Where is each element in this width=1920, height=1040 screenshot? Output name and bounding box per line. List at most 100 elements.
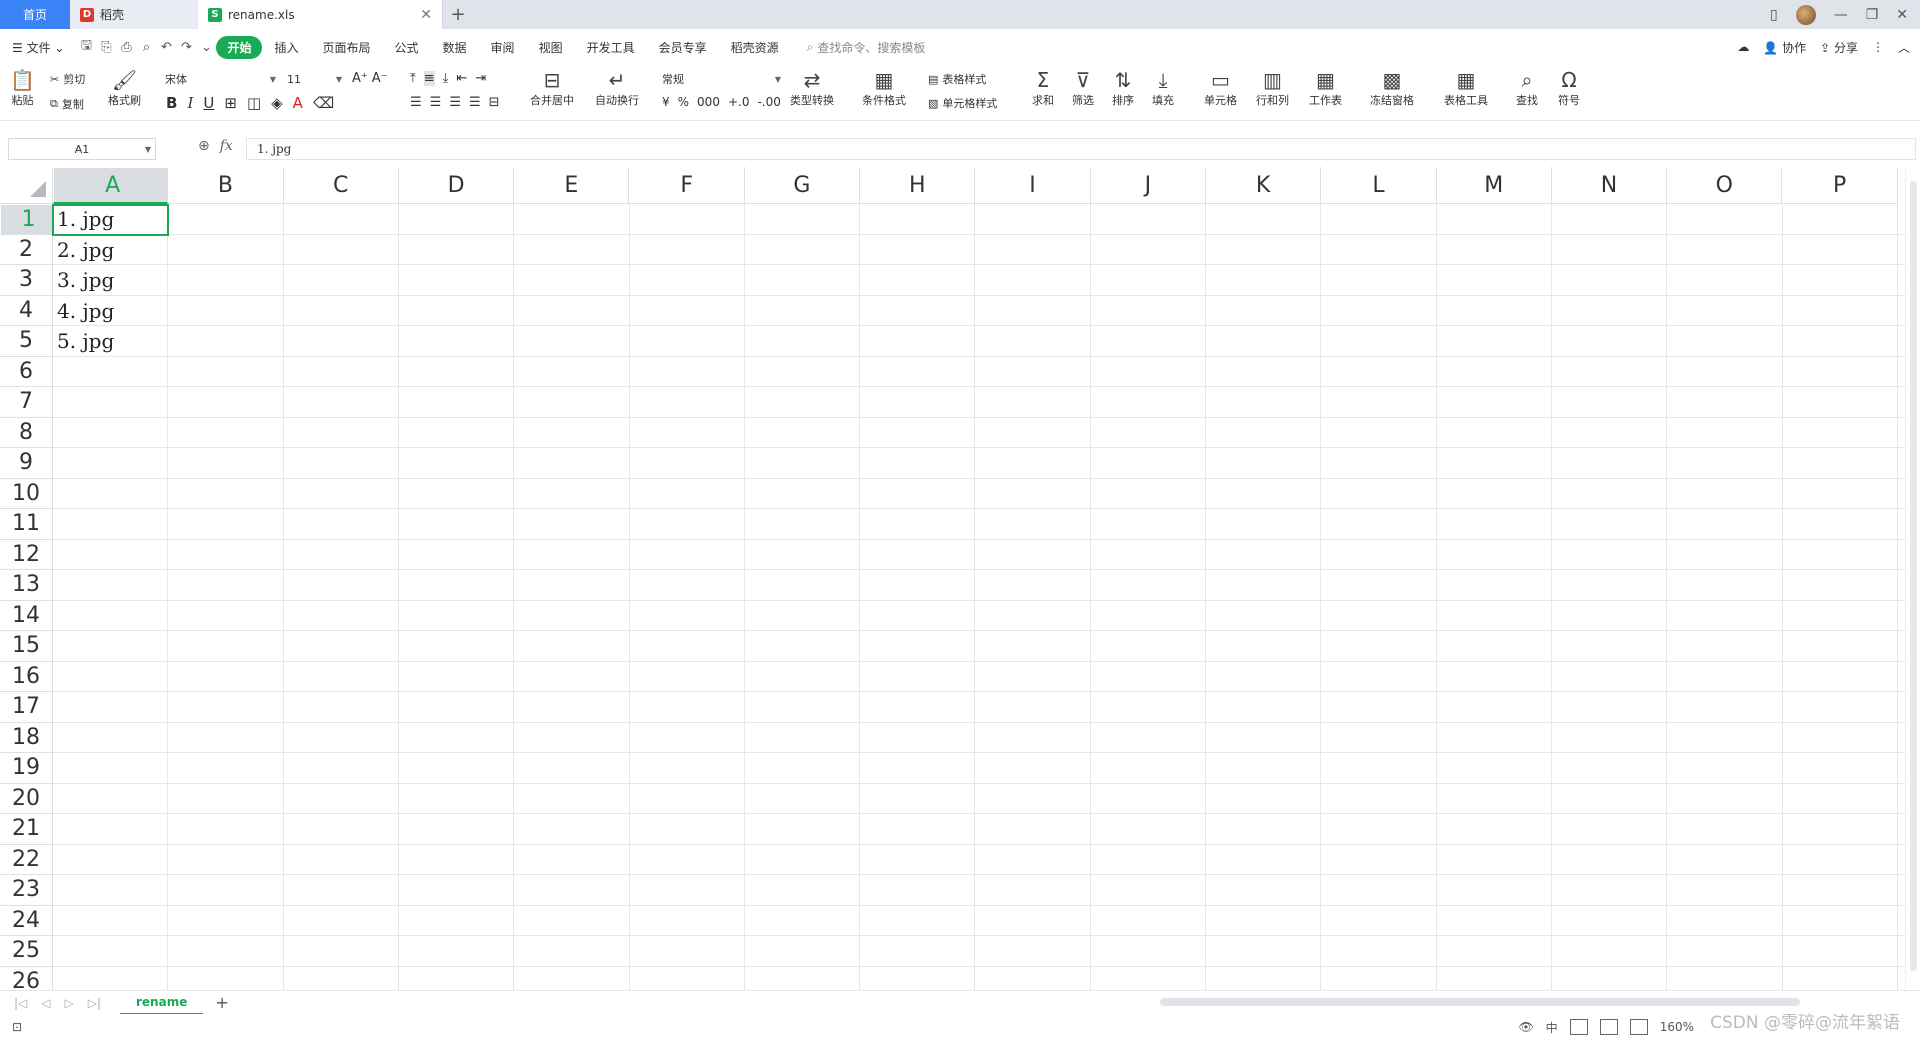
minimize-icon[interactable]: — [1834, 7, 1848, 23]
row-header-1[interactable]: 1 [0, 204, 53, 235]
tab-home[interactable]: 首页 [0, 0, 70, 29]
tab-review[interactable]: 审阅 [479, 39, 527, 56]
row-header-16[interactable]: 16 [0, 661, 53, 692]
column-header-l[interactable]: L [1321, 167, 1437, 204]
more-icon[interactable]: ⋮ [1872, 40, 1884, 54]
currency-icon[interactable]: ¥ [662, 95, 670, 109]
conditional-format-button[interactable]: ▦ 条件格式 [862, 68, 906, 108]
column-header-n[interactable]: N [1551, 167, 1668, 204]
column-header-b[interactable]: B [168, 167, 284, 204]
align-center-icon[interactable]: ☰ [430, 95, 442, 110]
zoom-level[interactable]: 160% [1660, 1020, 1694, 1034]
row-header-22[interactable]: 22 [0, 844, 53, 875]
vertical-scrollbar[interactable] [1905, 167, 1920, 990]
row-header-21[interactable]: 21 [0, 814, 53, 845]
column-header-i[interactable]: I [975, 167, 1091, 204]
cloud-sync-icon[interactable]: ☁ [1737, 40, 1749, 54]
tab-insert[interactable]: 插入 [262, 39, 310, 56]
add-sheet-button[interactable]: + [203, 993, 228, 1012]
row-header-3[interactable]: 3 [0, 265, 53, 296]
page-break-view-icon[interactable] [1629, 1019, 1648, 1035]
sort-button[interactable]: ⇅ 排序 [1112, 68, 1134, 108]
collapse-ribbon-icon[interactable]: ︿ [1898, 39, 1910, 56]
sheet-tab-rename[interactable]: rename [120, 990, 204, 1015]
save-icon[interactable]: 🖫 [76, 37, 96, 57]
row-header-11[interactable]: 11 [0, 509, 53, 540]
decrease-font-icon[interactable]: A⁻ [372, 71, 388, 86]
tab-data[interactable]: 数据 [431, 39, 479, 56]
customize-icon[interactable]: ⌄ [196, 37, 216, 57]
preview-icon[interactable]: ⌕ [136, 37, 156, 57]
worksheet-button[interactable]: ▦ 工作表 [1309, 68, 1342, 108]
close-tab-icon[interactable]: ✕ [420, 7, 432, 23]
paste-button[interactable]: 📋 粘贴 [10, 68, 35, 108]
close-window-icon[interactable]: ✕ [1896, 7, 1908, 23]
print-icon[interactable]: ⎙ [116, 37, 136, 57]
last-sheet-icon[interactable]: ▷| [88, 996, 101, 1010]
number-format-select[interactable]: 常规 ▼ [657, 69, 785, 89]
clear-format-icon[interactable]: ⌫ [313, 94, 334, 112]
bold-icon[interactable]: B [166, 94, 177, 112]
cell-style-button[interactable]: ▧ 单元格样式 [928, 95, 997, 111]
macro-record-icon[interactable]: ⊡ [0, 1020, 22, 1034]
rows-cols-button[interactable]: ▥ 行和列 [1256, 68, 1289, 108]
table-tools-button[interactable]: ▦ 表格工具 [1444, 68, 1488, 108]
row-header-13[interactable]: 13 [0, 570, 53, 601]
thousands-icon[interactable]: 000 [697, 95, 720, 109]
cells-button[interactable]: ▭ 单元格 [1204, 68, 1237, 108]
align-bottom-icon[interactable]: ⤓ [443, 71, 449, 86]
find-button[interactable]: ⌕ 查找 [1516, 68, 1538, 108]
row-header-19[interactable]: 19 [0, 753, 53, 784]
row-header-15[interactable]: 15 [0, 631, 53, 662]
column-header-g[interactable]: G [744, 167, 861, 204]
justify-icon[interactable]: ☰ [469, 95, 481, 110]
row-header-23[interactable]: 23 [0, 875, 53, 906]
select-all-corner[interactable] [0, 167, 53, 204]
align-right-icon[interactable]: ☰ [449, 95, 461, 110]
input-method-icon[interactable]: 中 [1546, 1019, 1558, 1036]
cell-a5[interactable]: 5. jpg [53, 326, 168, 356]
align-top-icon[interactable]: ⤒ [410, 71, 416, 86]
tab-member[interactable]: 会员专享 [647, 39, 719, 56]
column-header-k[interactable]: K [1206, 167, 1322, 204]
underline-icon[interactable]: U [203, 94, 214, 112]
cell-a4[interactable]: 4. jpg [53, 296, 168, 326]
column-header-a[interactable]: A [53, 167, 169, 204]
collab-button[interactable]: 👤 协作 [1763, 39, 1806, 56]
row-header-4[interactable]: 4 [0, 295, 53, 326]
merge-center-button[interactable]: ⊟ 合并居中 [530, 68, 574, 108]
row-header-7[interactable]: 7 [0, 387, 53, 418]
sum-button[interactable]: Σ 求和 [1032, 68, 1054, 108]
normal-view-icon[interactable] [1569, 1019, 1588, 1035]
row-header-8[interactable]: 8 [0, 417, 53, 448]
indent-decrease-icon[interactable]: ⇤ [456, 71, 467, 86]
filter-button[interactable]: ⊽ 筛选 [1072, 68, 1094, 108]
next-sheet-icon[interactable]: ▷ [65, 996, 74, 1010]
column-header-j[interactable]: J [1090, 167, 1206, 204]
decrease-decimal-icon[interactable]: -.00 [757, 95, 780, 109]
page-layout-view-icon[interactable] [1599, 1019, 1618, 1035]
font-color-icon[interactable]: A [293, 94, 303, 112]
column-header-e[interactable]: E [514, 167, 630, 204]
column-header-p[interactable]: P [1782, 167, 1898, 204]
redo-icon[interactable]: ↷ [176, 37, 196, 57]
align-middle-icon[interactable]: ≡ [423, 71, 435, 86]
undo-icon[interactable]: ↶ [156, 37, 176, 57]
column-header-f[interactable]: F [629, 167, 745, 204]
zoom-formula-icon[interactable]: ⊕ [198, 138, 210, 154]
row-header-9[interactable]: 9 [0, 448, 53, 479]
name-box[interactable]: A1 ▼ [8, 138, 156, 160]
tab-docer-resources[interactable]: 稻壳资源 [719, 39, 791, 56]
copy-button[interactable]: ⧉ 复制 [50, 96, 84, 112]
prev-sheet-icon[interactable]: ◁ [41, 996, 50, 1010]
italic-icon[interactable]: I [187, 94, 193, 112]
cell-a2[interactable]: 2. jpg [53, 235, 168, 265]
row-header-25[interactable]: 25 [0, 936, 53, 967]
column-header-c[interactable]: C [283, 167, 399, 204]
fill-color-icon[interactable]: ◫ [247, 94, 261, 112]
increase-font-icon[interactable]: A⁺ [352, 71, 368, 86]
format-painter-button[interactable]: 🖌 格式刷 [108, 68, 141, 108]
row-header-6[interactable]: 6 [0, 356, 53, 387]
horizontal-scroll-thumb[interactable] [1160, 998, 1800, 1006]
type-convert-button[interactable]: ⇄ 类型转换 [790, 68, 834, 108]
